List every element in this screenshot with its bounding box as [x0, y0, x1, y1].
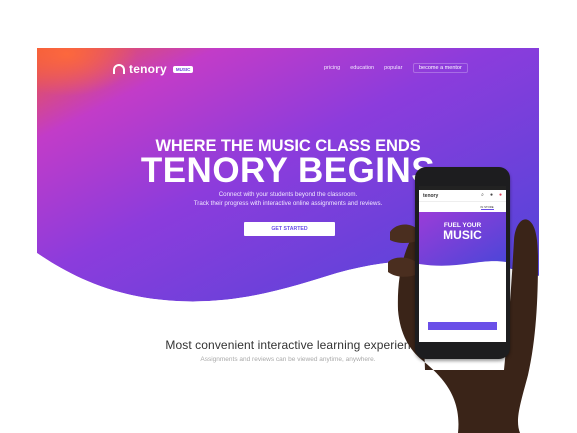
logo-text: tenory — [129, 62, 167, 76]
phone-tab-in-store[interactable]: IN STORE — [480, 205, 494, 210]
phone-header-icons: ⌕ ● ● — [481, 192, 502, 198]
phone-header: tenory ⌕ ● ● — [419, 190, 506, 202]
nav-item-education[interactable]: education — [350, 65, 374, 71]
screenshot-stage: tenory music pricing education popular b… — [0, 0, 577, 433]
phone-hero: FUEL YOUR MUSIC — [419, 212, 506, 270]
search-icon[interactable]: ⌕ — [481, 192, 484, 198]
get-started-button[interactable]: GET STARTED — [244, 222, 335, 236]
phone-logo[interactable]: tenory — [423, 193, 438, 199]
user-icon[interactable]: ● — [490, 192, 493, 198]
nav-item-pricing[interactable]: pricing — [324, 65, 340, 71]
phone-headline-big: MUSIC — [443, 228, 482, 242]
site-logo[interactable]: tenory music — [113, 62, 194, 76]
hand-holding-phone: tenory ⌕ ● ● IN STORE FUEL YOUR MUSIC — [380, 160, 577, 433]
cart-icon[interactable]: ● — [499, 192, 502, 198]
phone-screen: tenory ⌕ ● ● IN STORE FUEL YOUR MUSIC — [419, 186, 506, 342]
nav-item-popular[interactable]: popular — [384, 65, 402, 71]
become-mentor-button[interactable]: become a mentor — [413, 63, 468, 73]
phone-button[interactable] — [428, 322, 497, 330]
phone-tabs: IN STORE — [419, 203, 506, 211]
smartphone: tenory ⌕ ● ● IN STORE FUEL YOUR MUSIC — [415, 167, 510, 359]
logo-badge: music — [172, 65, 194, 73]
headphones-icon — [113, 64, 125, 74]
main-nav: pricing education popular — [324, 65, 402, 71]
